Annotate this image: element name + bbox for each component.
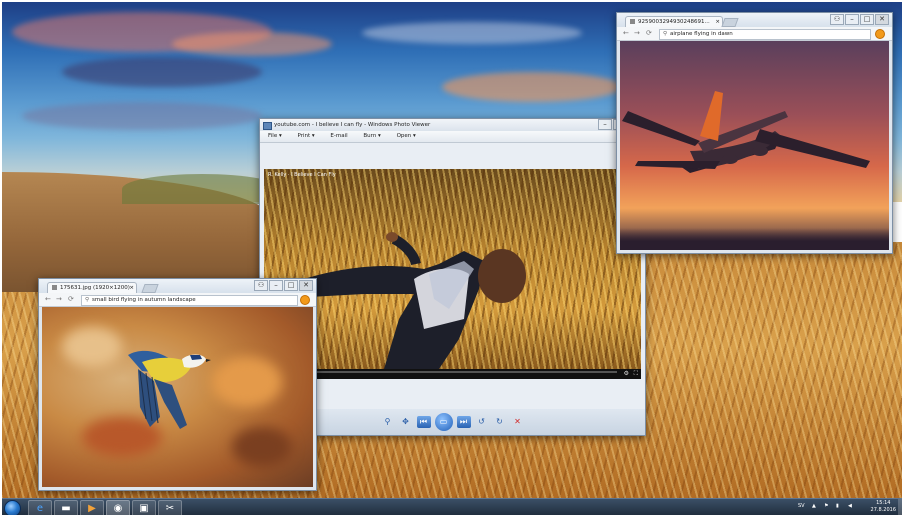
system-tray: SV ▲ ⚑ ▮ ◀ 15:14 27.8.2016 <box>792 499 902 515</box>
back-icon[interactable]: ← <box>45 295 51 304</box>
clock[interactable]: 15:14 27.8.2016 <box>871 500 896 514</box>
internet-explorer-icon[interactable]: e <box>28 500 52 515</box>
rotate-right-icon[interactable]: ↻ <box>493 416 507 428</box>
fit-icon[interactable]: ✥ <box>399 416 413 428</box>
tray-expand-icon[interactable]: ▲ <box>812 503 816 509</box>
minimize-button[interactable]: – <box>845 14 859 25</box>
zoom-icon[interactable]: ⚲ <box>381 416 395 428</box>
video-control-bar: ⚙ ⛶ <box>264 369 641 379</box>
close-button[interactable]: ✕ <box>299 280 313 291</box>
clock-date: 27.8.2016 <box>870 507 896 513</box>
chrome-icon[interactable]: ◉ <box>106 500 130 515</box>
media-player-icon[interactable]: ▶ <box>80 500 104 515</box>
user-icon[interactable]: ⚇ <box>254 280 268 291</box>
address-text: airplane flying in dawn <box>670 31 733 37</box>
language-indicator[interactable]: SV <box>798 503 805 509</box>
rotate-left-icon[interactable]: ↺ <box>475 416 489 428</box>
extension-icon[interactable] <box>875 29 885 39</box>
maximize-button[interactable]: □ <box>860 14 874 25</box>
clock-time: 15:14 <box>876 500 891 506</box>
taskbar: e ▬ ▶ ◉ ▣ ✂ SV ▲ ⚑ ▮ ◀ 15:14 27.8.2016 <box>2 498 902 515</box>
forward-icon[interactable]: → <box>634 29 640 38</box>
address-bar[interactable]: ⚲ small bird flying in autumn landscape <box>81 295 298 306</box>
menu-file[interactable]: File ▾ <box>268 133 282 139</box>
network-icon[interactable]: ▮ <box>836 503 839 509</box>
reload-icon[interactable]: ⟳ <box>68 295 74 304</box>
slideshow-icon[interactable]: ▭ <box>434 413 453 431</box>
photo-viewer-app-icon <box>263 122 272 130</box>
photo-viewer-window: youtube.com - I believe I can fly - Wind… <box>259 118 646 436</box>
singer-figure <box>304 232 526 369</box>
airplane-image <box>620 41 889 250</box>
search-icon: ⚲ <box>663 31 668 37</box>
volume-icon[interactable]: ◀ <box>848 503 852 509</box>
photo-viewer-title: youtube.com - I believe I can fly - Wind… <box>274 122 431 128</box>
photo-viewer-menubar: File ▾ Print ▾ E-mail Burn ▾ Open ▾ <box>260 131 645 143</box>
desktop: youtube.com - I believe I can fly - Wind… <box>2 2 902 515</box>
page-icon <box>630 19 635 24</box>
photo-viewer-icon[interactable]: ▣ <box>132 500 156 515</box>
previous-icon[interactable]: ⏮ <box>416 416 431 428</box>
menu-open[interactable]: Open ▾ <box>397 133 416 139</box>
photo-viewer-titlebar[interactable]: youtube.com - I believe I can fly - Wind… <box>260 119 645 131</box>
video-frame: R. Kelly · I Believe I Can Fly <box>264 169 641 369</box>
delete-icon[interactable]: ✕ <box>511 416 525 428</box>
page-icon <box>52 285 57 290</box>
menu-burn[interactable]: Burn ▾ <box>363 133 380 139</box>
browser-window-bird: 175631.jpg (1920×1200) × ⚇ – □ ✕ ← → ⟳ ⚲… <box>38 278 317 491</box>
show-desktop-button[interactable] <box>898 499 902 515</box>
bird-image <box>42 307 313 487</box>
browser-window-airplane: 9259003294930248691... × ⚇ – □ ✕ ← → ⟳ ⚲… <box>616 12 893 254</box>
user-icon[interactable]: ⚇ <box>830 14 844 25</box>
fullscreen-icon[interactable]: ⛶ <box>634 370 638 378</box>
airplane-figure <box>622 91 870 173</box>
forward-icon[interactable]: → <box>56 295 62 304</box>
browser-toolbar: ← → ⟳ ⚲ airplane flying in dawn <box>617 27 892 41</box>
start-orb[interactable] <box>4 500 21 515</box>
bird-figure <box>128 350 211 429</box>
tab-title: 9259003294930248691... <box>638 19 710 25</box>
address-bar[interactable]: ⚲ airplane flying in dawn <box>659 29 871 40</box>
menu-print[interactable]: Print ▾ <box>297 133 314 139</box>
photo-viewer-image[interactable]: R. Kelly · I Believe I Can Fly ⚙ ⛶ <box>264 169 641 379</box>
address-text: small bird flying in autumn landscape <box>92 297 196 303</box>
browser-toolbar: ← → ⟳ ⚲ small bird flying in autumn land… <box>39 293 316 307</box>
menu-email[interactable]: E-mail <box>330 133 347 139</box>
tab-title: 175631.jpg (1920×1200) <box>60 285 130 291</box>
extension-icon[interactable] <box>300 295 310 305</box>
close-button[interactable]: ✕ <box>875 14 889 25</box>
reload-icon[interactable]: ⟳ <box>646 29 652 38</box>
settings-icon[interactable]: ⚙ <box>624 370 629 377</box>
minimize-button[interactable]: – <box>598 119 612 130</box>
back-icon[interactable]: ← <box>623 29 629 38</box>
snipping-tool-icon[interactable]: ✂ <box>158 500 182 515</box>
minimize-button[interactable]: – <box>269 280 283 291</box>
flag-icon[interactable]: ⚑ <box>824 503 828 509</box>
maximize-button[interactable]: □ <box>284 280 298 291</box>
photo-viewer-controls: ⚲ ✥ ⏮ ▭ ⏭ ↺ ↻ ✕ <box>260 409 645 435</box>
search-icon: ⚲ <box>85 297 90 303</box>
next-icon[interactable]: ⏭ <box>456 416 471 428</box>
video-progress[interactable] <box>268 371 617 373</box>
windows-explorer-icon[interactable]: ▬ <box>54 500 78 515</box>
